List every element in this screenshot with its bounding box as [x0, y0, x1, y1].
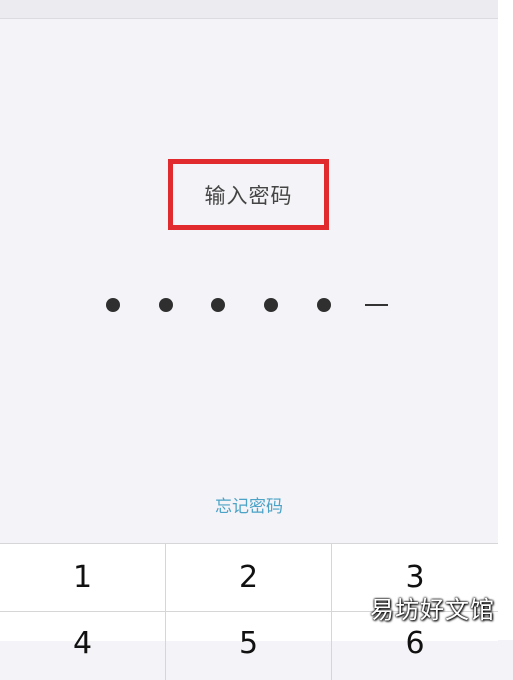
- password-indicator: [0, 290, 498, 320]
- password-dot-filled: [317, 298, 331, 312]
- key-5[interactable]: 5: [166, 612, 332, 680]
- key-1[interactable]: 1: [0, 544, 166, 612]
- password-dot-filled: [159, 298, 173, 312]
- forgot-password-link[interactable]: 忘记密码: [0, 492, 498, 517]
- password-dot-filled: [106, 298, 120, 312]
- password-dot-empty: [365, 304, 388, 306]
- watermark-text: 易坊好文馆: [370, 596, 495, 624]
- right-edge-strip: [498, 0, 513, 640]
- password-dot-filled: [211, 298, 225, 312]
- password-dot-filled: [264, 298, 278, 312]
- password-prompt-title: 输入密码: [204, 183, 293, 208]
- key-4[interactable]: 4: [0, 612, 166, 680]
- top-bar: [0, 0, 498, 19]
- key-2[interactable]: 2: [166, 544, 332, 612]
- password-title-highlight: 输入密码: [168, 159, 329, 230]
